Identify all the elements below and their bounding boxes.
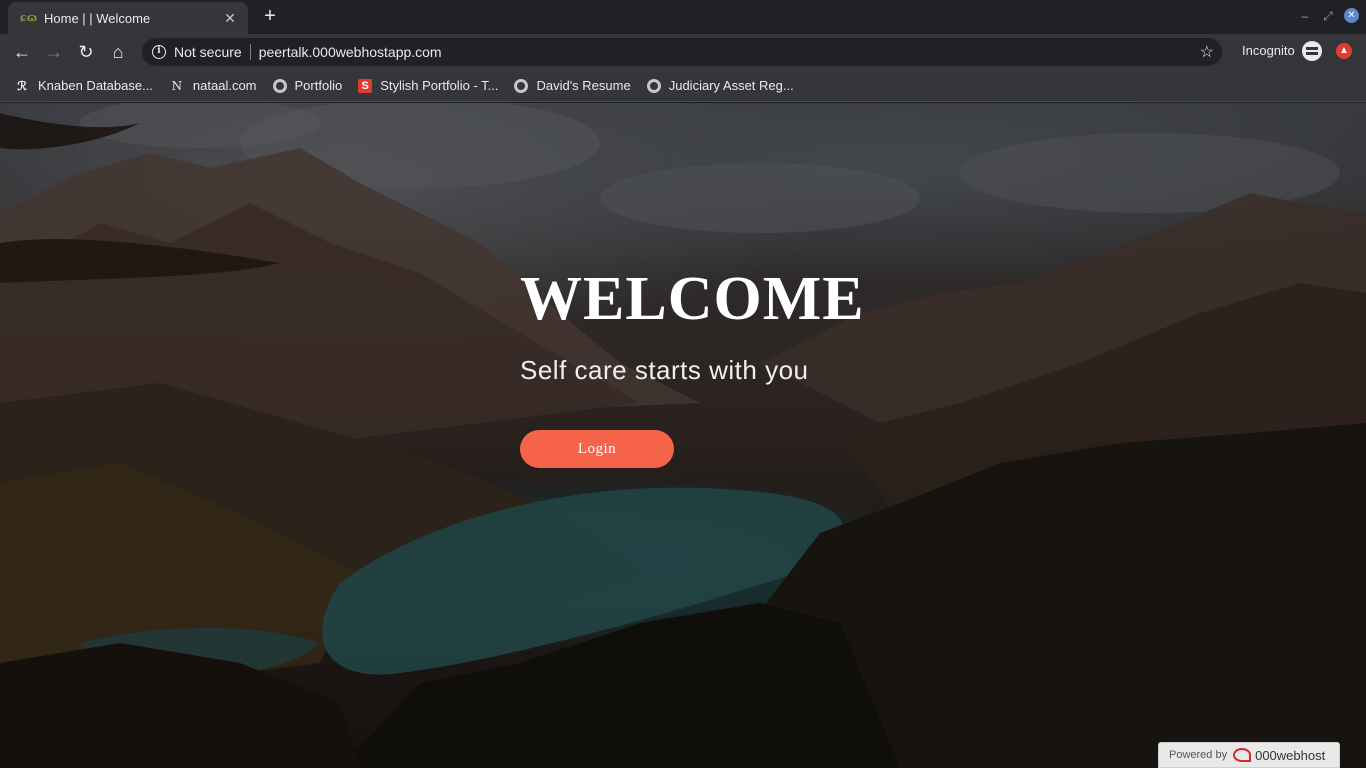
login-button[interactable]: Login	[520, 430, 674, 468]
bookmark-label: Stylish Portfolio - T...	[380, 78, 499, 93]
security-status[interactable]: Not secure	[174, 44, 242, 60]
000webhost-logo-icon	[1233, 748, 1252, 762]
powered-by-badge[interactable]: Powered by 000webhost	[1158, 742, 1340, 768]
browser-toolbar: ← → ↻ ⌂ i Not secure peertalk.000webhost…	[0, 34, 1366, 70]
bookmark-stylish-portfolio[interactable]: S Stylish Portfolio - T...	[358, 78, 498, 93]
tab-close-icon[interactable]: ✕	[222, 10, 238, 27]
bookmarks-bar: ℛ Knaben Database... N nataal.com Portfo…	[0, 70, 1366, 102]
bookmark-label: Portfolio	[294, 78, 343, 93]
nataal-icon: N	[171, 78, 183, 93]
back-arrow-icon[interactable]: ←	[10, 40, 34, 64]
hero-subtitle: Self care starts with you	[520, 355, 809, 385]
welcome-heading: WELCOME	[520, 265, 865, 333]
bookmark-label: Knaben Database...	[38, 78, 153, 93]
hero-background: WELCOME Self care starts with you Login	[0, 103, 1366, 768]
reload-icon[interactable]: ↻	[74, 40, 98, 64]
url-text[interactable]: peertalk.000webhostapp.com	[259, 44, 1200, 60]
000webhost-brand: 000webhost	[1255, 747, 1326, 763]
bookmark-label: David's Resume	[536, 78, 631, 93]
forward-arrow-icon[interactable]: →	[42, 40, 66, 64]
omnibox-divider	[249, 44, 251, 60]
globe-icon	[514, 78, 529, 93]
knaben-icon: ℛ	[17, 78, 27, 93]
bookmark-star-icon[interactable]: ☆	[1200, 42, 1214, 62]
hero-content: WELCOME Self care starts with you Login	[520, 263, 865, 468]
home-icon[interactable]: ⌂	[106, 40, 130, 64]
incognito-label: Incognito	[1242, 43, 1295, 58]
site-favicon-icon: ɕɷ	[20, 11, 38, 24]
address-bar[interactable]: i Not secure peertalk.000webhostapp.com …	[142, 38, 1222, 66]
bookmark-judiciary[interactable]: Judiciary Asset Reg...	[646, 78, 794, 93]
globe-icon	[272, 78, 287, 93]
bookmark-portfolio[interactable]: Portfolio	[272, 78, 343, 93]
new-tab-button[interactable]: +	[258, 5, 282, 29]
bookmark-nataal[interactable]: N nataal.com	[169, 78, 257, 94]
tab-strip: ɕɷ Home | | Welcome ✕ + – ⤢ ✕	[0, 0, 1366, 34]
bookmark-label: Judiciary Asset Reg...	[668, 78, 794, 93]
incognito-icon[interactable]	[1302, 41, 1322, 61]
extension-update-icon[interactable]: ▲	[1336, 43, 1352, 59]
tab-active[interactable]: ɕɷ Home | | Welcome ✕	[8, 2, 248, 34]
restore-button[interactable]: ⤢	[1320, 8, 1336, 24]
bookmark-davids-resume[interactable]: David's Resume	[514, 78, 631, 93]
globe-icon	[646, 78, 661, 93]
powered-by-label: Powered by	[1169, 749, 1228, 761]
minimize-button[interactable]: –	[1297, 8, 1313, 24]
info-icon[interactable]: i	[152, 45, 166, 59]
s-icon: S	[358, 78, 373, 93]
tab-title: Home | | Welcome	[44, 10, 151, 26]
window-close-button[interactable]: ✕	[1344, 8, 1359, 23]
bookmark-label: nataal.com	[192, 78, 257, 93]
bookmark-knaben[interactable]: ℛ Knaben Database...	[14, 78, 153, 94]
